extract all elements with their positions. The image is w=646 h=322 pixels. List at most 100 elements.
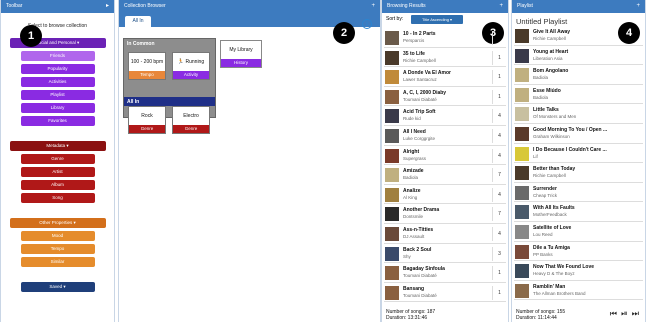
song-row[interactable]: Satellite of Love Lou Reed xyxy=(514,222,643,242)
results-header: Browsing Results + xyxy=(382,0,508,13)
song-artist: Lou Reed xyxy=(533,231,553,237)
song-row[interactable]: Ramblin' Man The Allman Brothers Band xyxy=(514,281,643,301)
song-row[interactable]: Little Talks Of Monsters and Men xyxy=(514,104,643,124)
song-row[interactable]: Another Drama Dontsmile 7 xyxy=(384,204,506,224)
song-count: 1 xyxy=(492,266,506,281)
album-art xyxy=(385,89,399,104)
album-art xyxy=(515,264,529,279)
song-row[interactable]: I Do Because I Couldn't Care ... Lif xyxy=(514,144,643,164)
collapse-icon[interactable]: ▸ xyxy=(106,0,109,13)
song-row[interactable]: Surrender Cheap Trick xyxy=(514,183,643,203)
my-library-label: My Library xyxy=(229,47,253,53)
song-row[interactable]: Good Morning To You / Open ... Graham Wil… xyxy=(514,124,643,144)
song-artist: Graham Wilkinson xyxy=(533,133,570,139)
song-count: 4 xyxy=(492,128,506,143)
in-common-label: In Common xyxy=(127,41,155,47)
card-label-text: Running xyxy=(185,59,205,65)
filter-card-activity[interactable]: 🏃 Running Activity xyxy=(172,52,210,80)
social-item-activities[interactable]: Activities xyxy=(20,77,95,87)
social-item-library[interactable]: Library xyxy=(20,103,95,113)
song-row[interactable]: Young at Heart Liberation Asia xyxy=(514,46,643,66)
playlist-duration: Duration: 11:14:44 xyxy=(516,315,557,321)
social-item-playlist[interactable]: Playlist xyxy=(20,90,95,100)
song-count: 3 xyxy=(492,246,506,261)
song-row[interactable]: All I Need Luke Corggrgite 4 xyxy=(384,126,506,146)
album-art xyxy=(385,109,399,124)
social-item-favorites[interactable]: Favorites xyxy=(20,116,95,126)
metadata-header[interactable]: Metadata ▾ xyxy=(9,141,106,151)
filter-card-genre-electro[interactable]: Electro Genre xyxy=(172,106,210,134)
album-art xyxy=(515,68,529,83)
song-count: 7 xyxy=(492,207,506,222)
album-art xyxy=(385,266,399,281)
song-count: 1 xyxy=(492,89,506,104)
sort-select[interactable]: Title Ascending ▾ xyxy=(411,15,463,24)
in-common-group[interactable]: In Common 100 - 200 bpm Tempo 🏃 Running … xyxy=(123,38,216,134)
metadata-item-song[interactable]: Song xyxy=(20,193,95,203)
song-artist: Of Monsters and Men xyxy=(533,114,577,120)
song-row[interactable]: Acid Trip Soft Rude kid 4 xyxy=(384,106,506,126)
song-artist: Badiola xyxy=(403,175,419,181)
song-title: Back 2 Soul xyxy=(403,246,432,253)
song-row[interactable]: Esse Miúdo Badiola xyxy=(514,85,643,105)
info-icon[interactable]: i xyxy=(362,19,372,29)
metadata-item-album[interactable]: Album xyxy=(20,180,95,190)
add-icon[interactable]: + xyxy=(371,0,375,13)
app: Toolbar ▸ Select to browse collection 1 … xyxy=(0,0,646,322)
song-row[interactable]: Analize Al King 4 xyxy=(384,185,506,205)
song-title: All I Need xyxy=(403,128,426,135)
card-tag: Genre xyxy=(173,125,209,133)
song-artist: Lawer Santacruz xyxy=(403,77,437,83)
song-row[interactable]: A Donde Va El Amor Lawer Santacruz 1 xyxy=(384,67,506,87)
playback-controls[interactable]: ⏮ ⏯ ⏭ xyxy=(610,309,640,319)
my-library-card[interactable]: My Library History xyxy=(220,40,262,68)
song-row[interactable]: Dile a Tu Amiga PP Banks xyxy=(514,242,643,262)
song-row[interactable]: Bagaday Sinfoula Toumani Diabaté 1 xyxy=(384,263,506,283)
other-properties-header[interactable]: Other Properties ▾ xyxy=(9,218,106,228)
song-title: Dile a Tu Amiga xyxy=(533,244,570,251)
song-row[interactable]: Better than Today Richie Campbell xyxy=(514,163,643,183)
song-row[interactable]: With All Its Faults MotherFeedback xyxy=(514,202,643,222)
song-row[interactable]: Ass-n-Titties DJ Assault 4 xyxy=(384,224,506,244)
playlist-list: Give It All Away Richie Campbell Young at … xyxy=(514,26,643,301)
song-artist: MotherFeedback xyxy=(533,212,567,218)
song-row[interactable]: Now That We Found Love Heavy D & The Boyz xyxy=(514,261,643,281)
album-art xyxy=(385,226,399,241)
toolbar-panel: Toolbar ▸ Select to browse collection 1 … xyxy=(0,0,115,322)
other-item-mood[interactable]: Mood xyxy=(20,231,95,241)
song-row[interactable]: Alright Supergrass 4 xyxy=(384,146,506,166)
song-row[interactable]: 35 to Life Richie Campbell 1 xyxy=(384,48,506,68)
song-row[interactable]: A, C, I, 2000 Diaby Toumani Diabaté 1 xyxy=(384,87,506,107)
all-in-label: All In xyxy=(124,97,215,106)
song-artist: Persparcis xyxy=(403,38,425,43)
song-title: Satellite of Love xyxy=(533,224,572,231)
song-row[interactable]: 10 - In 2 Parts Persparcis xyxy=(384,28,506,48)
saved-button[interactable]: Saved ▾ xyxy=(20,282,95,292)
filter-card-tempo[interactable]: 100 - 200 bpm Tempo xyxy=(128,52,166,80)
other-item-tempo[interactable]: Tempo xyxy=(20,244,95,254)
song-artist: Al King xyxy=(403,194,418,200)
song-title: Amizade xyxy=(403,168,424,175)
social-item-popularity[interactable]: Popularity xyxy=(20,64,95,74)
song-row[interactable]: Back 2 Soul Shy 3 xyxy=(384,244,506,264)
song-row[interactable]: Give It All Away Richie Campbell xyxy=(514,26,643,46)
add-icon[interactable]: + xyxy=(636,0,640,13)
song-count: 4 xyxy=(492,148,506,163)
add-icon[interactable]: + xyxy=(499,0,503,13)
song-artist: Luke Corggrgite xyxy=(403,135,436,141)
song-artist: Shy xyxy=(403,253,411,259)
song-row[interactable]: Bom Angolano Badiola xyxy=(514,65,643,85)
card-label: Electro xyxy=(183,113,199,119)
metadata-item-genre[interactable]: Genre xyxy=(20,154,95,164)
collection-browser-panel: Collection Browser + All In i 2 In Commo… xyxy=(118,0,381,322)
song-row[interactable]: Amizade Badiola 7 xyxy=(384,165,506,185)
other-item-similar[interactable]: Similar xyxy=(20,257,95,267)
metadata-item-artist[interactable]: Artist xyxy=(20,167,95,177)
tab-all-in[interactable]: All In xyxy=(125,16,151,27)
song-title: Ramblin' Man xyxy=(533,283,566,290)
song-row[interactable]: Bansang Toumani Diabaté 1 xyxy=(384,283,506,303)
filter-card-genre-rock[interactable]: Rock Genre xyxy=(128,106,166,134)
social-item-friends[interactable]: Friends xyxy=(20,51,95,61)
song-count: 4 xyxy=(492,226,506,241)
results-duration: Duration: 13:31:46 xyxy=(386,315,428,321)
